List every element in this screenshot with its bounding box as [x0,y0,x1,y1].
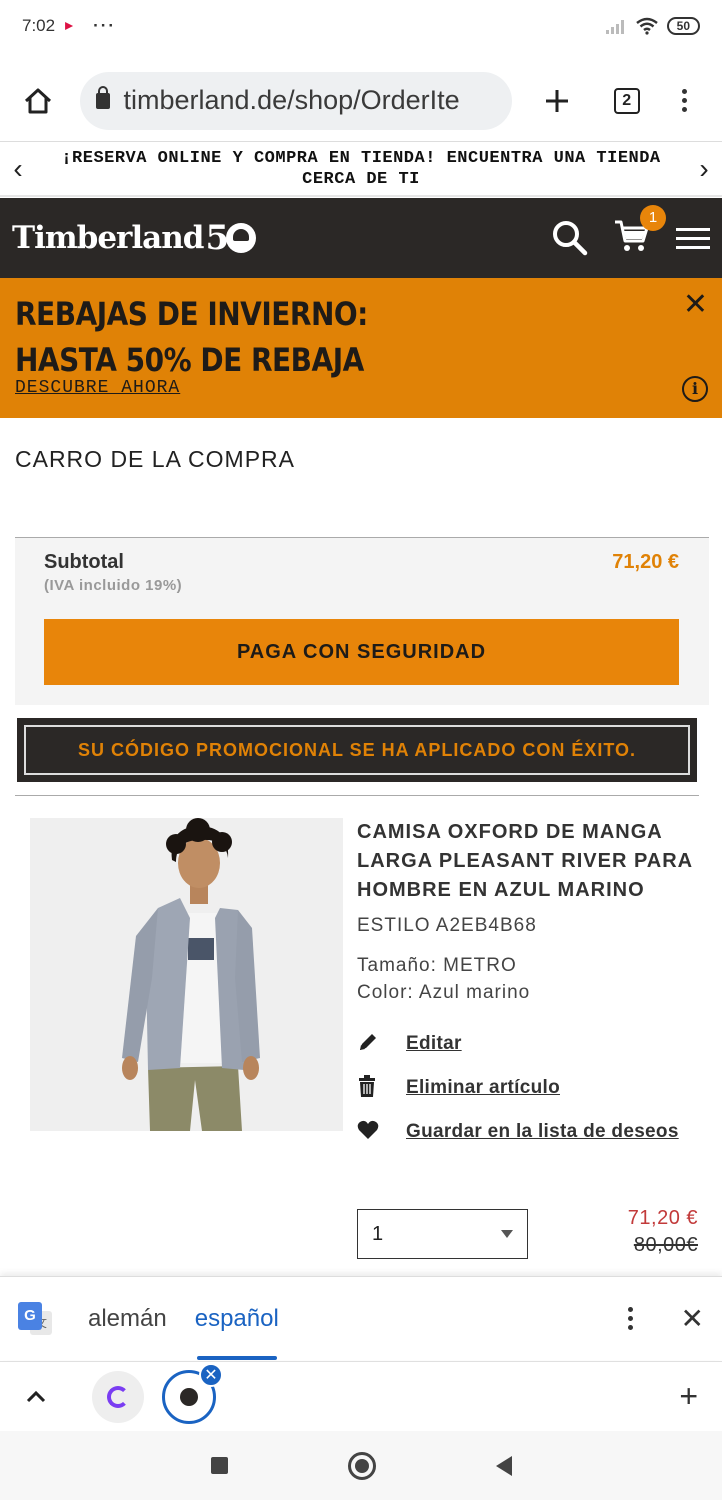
logo-number: 5 [205,218,229,258]
carousel-prev-icon[interactable]: ‹ [0,153,36,185]
system-nav-bar [0,1431,722,1500]
tree-logo-icon [226,223,257,253]
url-text: timberland.de/shop/OrderIte [123,85,460,115]
more-notifications: ··· [93,16,117,35]
kebab-menu-icon[interactable] [627,1303,633,1334]
product-details: CAMISA OXFORD DE MANGA LARGA PLEASANT RI… [357,818,702,1148]
product-name[interactable]: CAMISA OXFORD DE MANGA LARGA PLEASANT RI… [357,818,702,905]
quantity-select[interactable]: 1 [357,1209,528,1259]
save-to-wishlist-link[interactable]: Guardar en la lista de deseos [406,1121,679,1143]
remove-item-link[interactable]: Eliminar artículo [406,1077,560,1099]
translate-bar: 文G alemán español ✕ [0,1276,722,1360]
notification-icon [65,22,74,30]
lang-target-tab[interactable]: español [195,1305,279,1360]
product-size: Tamaño: METRO [357,952,702,979]
product-price: 71,20 € 80,00€ [628,1205,698,1259]
tab-thumbnail[interactable] [92,1370,144,1423]
promo-carousel-text[interactable]: ¡RESERVA ONLINE Y COMPRA EN TIENDA! ENCU… [36,148,686,190]
original-price: 80,00€ [633,1234,698,1256]
size-value: METRO [443,955,517,976]
close-icon[interactable]: ✕ [683,290,708,320]
edit-link[interactable]: Editar [406,1033,462,1055]
subtotal-label: Subtotal [44,551,124,573]
product-color: Color: Azul marino [357,979,702,1006]
promo-code-message: SU CÓDIGO PROMOCIONAL SE HA APLICADO CON… [17,718,697,782]
remove-action[interactable]: Eliminar artículo [357,1072,702,1104]
promo-code-message-text: SU CÓDIGO PROMOCIONAL SE HA APLICADO CON… [24,725,690,775]
color-label: Color: [357,982,414,1003]
size-label: Tamaño: [357,955,437,976]
back-icon[interactable] [495,1455,512,1476]
divider [15,795,699,796]
chevron-down-icon [501,1230,513,1238]
site-header: Timberland 5 1 [0,198,722,278]
battery-indicator: 50 [666,17,700,35]
tab-strip: ✕ + [0,1361,722,1431]
subtotal-amount: 71,20 € [612,551,679,573]
close-icon[interactable]: ✕ [681,1302,704,1335]
timberland-favicon-icon [180,1387,198,1406]
recents-icon[interactable] [210,1457,228,1474]
active-tab-thumbnail[interactable]: ✕ [162,1362,223,1424]
home-button[interactable] [16,79,60,123]
plus-icon [546,89,569,112]
home-icon [24,88,51,113]
timberland-logo[interactable]: Timberland 5 [12,218,257,258]
cart-button[interactable]: 1 [614,204,666,258]
tab-switcher-icon: 2 [613,87,640,114]
chevron-up-icon[interactable] [24,1389,48,1405]
quantity-value: 1 [372,1222,384,1245]
kebab-menu-icon [681,85,687,116]
status-bar: 7:02 ··· 50 [0,0,722,52]
browser-toolbar: timberland.de/shop/OrderIte 2 [0,60,722,142]
status-time: 7:02 [22,16,56,35]
signal-icon [605,20,624,34]
sale-price: 71,20 € [627,1207,698,1229]
cart-count-badge: 1 [640,204,666,231]
order-summary: Subtotal (IVA incluido 19%) 71,20 € PAGA… [15,537,709,705]
vat-note: (IVA incluido 19%) [44,577,183,594]
hamburger-icon[interactable] [676,222,710,255]
pencil-icon [357,1031,406,1058]
sale-banner: REBAJAS DE INVIERNO: HASTA 50% DE REBAJA… [0,278,722,418]
logo-wordmark: Timberland [12,220,204,256]
color-value: Azul marino [418,982,531,1003]
plus-icon[interactable]: + [679,1378,698,1415]
discover-now-link[interactable]: DESCUBRE AHORA [15,378,180,398]
edit-action[interactable]: Editar [357,1028,702,1060]
wishlist-action[interactable]: Guardar en la lista de deseos [357,1116,702,1148]
promo-carousel: ‹ ¡RESERVA ONLINE Y COMPRA EN TIENDA! EN… [0,142,722,197]
product-style-code: ESTILO A2EB4B68 [357,915,537,936]
address-bar[interactable]: timberland.de/shop/OrderIte [79,71,512,130]
product-image[interactable] [30,818,343,1131]
home-nav-icon[interactable] [347,1451,376,1480]
lang-source-tab[interactable]: alemán [88,1305,167,1333]
wifi-icon [635,17,658,35]
page-title: CARRO DE LA COMPRA [15,446,295,472]
trash-icon [357,1074,406,1102]
heart-icon [357,1120,406,1145]
browser-menu-button[interactable] [663,79,707,123]
lock-icon [95,85,110,109]
model-illustration [30,818,343,1131]
close-tab-icon[interactable]: ✕ [199,1362,223,1387]
new-tab-button[interactable] [536,79,580,123]
search-icon[interactable] [552,220,588,256]
google-translate-icon: 文G [18,1301,52,1336]
info-icon[interactable]: i [682,376,708,402]
carousel-next-icon[interactable]: › [686,153,722,185]
sale-headline-1: REBAJAS DE INVIERNO: [15,294,368,333]
checkout-button[interactable]: PAGA CON SEGURIDAD [44,619,679,685]
site-favicon-icon [107,1385,129,1408]
tab-switcher-button[interactable]: 2 [605,79,649,123]
